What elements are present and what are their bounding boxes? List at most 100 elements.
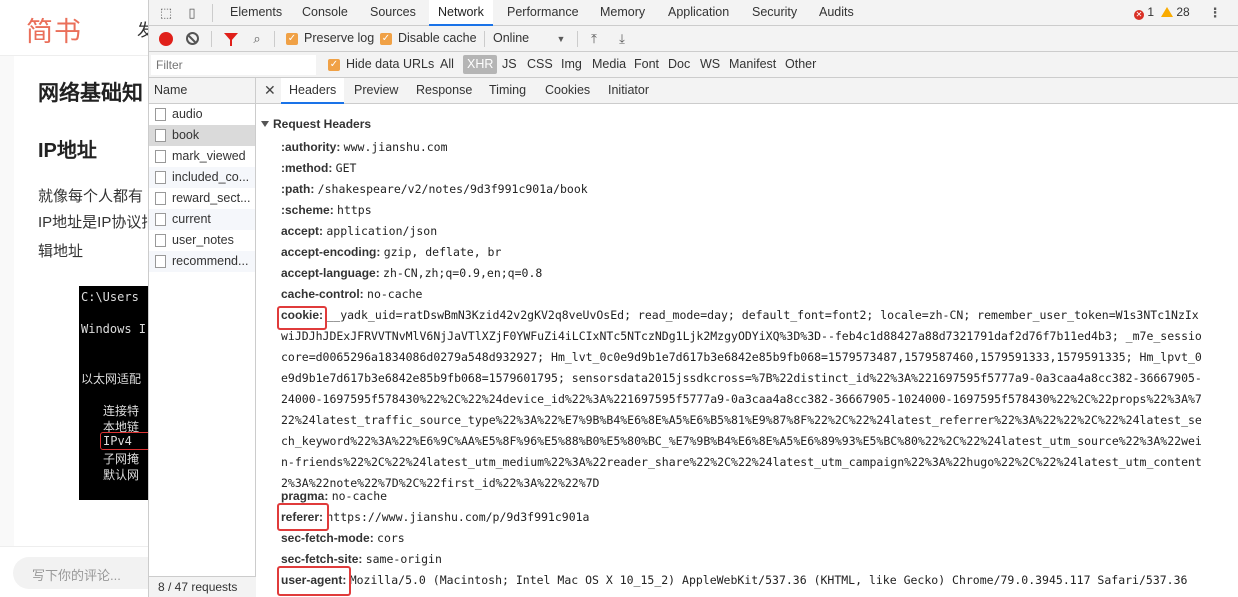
- cookie-continuation: wiJDJhJDExJFRVVTNvMlV6NjJaVTlXZjF0YWFuZi…: [281, 329, 1202, 343]
- tab-audits[interactable]: Audits: [819, 0, 854, 26]
- tab-initiator[interactable]: Initiator: [608, 78, 649, 104]
- filter-type-xhr[interactable]: XHR: [463, 55, 498, 74]
- request-row-included-collections[interactable]: included_co...: [149, 167, 255, 188]
- header-accept-encoding: accept-encoding: gzip, deflate, br: [281, 245, 502, 259]
- filter-type-media[interactable]: Media: [592, 57, 626, 71]
- more-options-icon[interactable]: ⋮: [1207, 5, 1223, 21]
- file-icon: [155, 213, 166, 226]
- filter-input[interactable]: [151, 55, 316, 75]
- filter-type-css[interactable]: CSS: [527, 57, 553, 71]
- cookie-highlight-box: [277, 306, 327, 330]
- warning-icon: [1161, 7, 1173, 17]
- header-cache-control: cache-control: no-cache: [281, 287, 423, 301]
- request-row-reward-section[interactable]: reward_sect...: [149, 188, 255, 209]
- request-list-header[interactable]: Name: [149, 78, 255, 104]
- filter-type-font[interactable]: Font: [634, 57, 659, 71]
- tab-memory[interactable]: Memory: [600, 0, 645, 26]
- request-row-recommendations[interactable]: recommend...: [149, 251, 255, 272]
- headers-content: Request Headers :authority: www.jianshu.…: [256, 104, 1238, 597]
- file-icon: [155, 108, 166, 121]
- disable-cache-checkbox[interactable]: ✓: [380, 33, 392, 45]
- device-toolbar-icon[interactable]: ▯: [184, 5, 200, 21]
- filter-type-other[interactable]: Other: [785, 57, 816, 71]
- tab-application[interactable]: Application: [668, 0, 729, 26]
- request-row-mark-viewed[interactable]: mark_viewed: [149, 146, 255, 167]
- cmd-line: 默认网: [103, 468, 140, 482]
- clear-icon[interactable]: [186, 32, 199, 45]
- cookie-continuation: core=d0065296a1834086d0279a548d932927; H…: [281, 350, 1202, 364]
- cmd-line: Windows I: [81, 322, 147, 336]
- tab-network[interactable]: Network: [429, 0, 493, 26]
- cmd-line: 以太网适配: [81, 372, 142, 386]
- header-cookie: cookie: __yadk_uid=ratDswBmN3Kzid42v2gKV…: [281, 308, 1199, 322]
- request-row-audio[interactable]: audio: [149, 104, 255, 125]
- preserve-log-checkbox[interactable]: ✓: [286, 33, 298, 45]
- article-page: 简书 发 网络基础知 IP地址 就像每个人都有 IP地址是IP协议指 辑地址 C…: [0, 0, 148, 597]
- hide-data-urls-checkbox[interactable]: ✓: [328, 59, 340, 71]
- search-icon[interactable]: ⌕: [249, 31, 265, 47]
- tab-response[interactable]: Response: [416, 78, 472, 104]
- error-counter[interactable]: ✕ 1: [1134, 5, 1154, 20]
- filter-type-manifest[interactable]: Manifest: [729, 57, 776, 71]
- detail-tabs: ✕ Headers Preview Response Timing Cookie…: [256, 78, 1238, 104]
- request-name: mark_viewed: [172, 149, 246, 163]
- preserve-log-label: Preserve log: [304, 31, 375, 45]
- request-list: Name audio book mark_viewed included_co.…: [149, 78, 256, 597]
- toolbar-divider: [484, 31, 485, 47]
- cmd-line: 连接特: [103, 404, 140, 418]
- comment-input[interactable]: 写下你的评论...: [13, 557, 148, 589]
- tab-console[interactable]: Console: [302, 0, 348, 26]
- tab-elements[interactable]: Elements: [230, 0, 282, 26]
- header-accept: accept: application/json: [281, 224, 438, 238]
- throttling-select[interactable]: Online: [493, 31, 529, 45]
- export-har-icon[interactable]: ⤓: [614, 31, 630, 47]
- filter-type-js[interactable]: JS: [502, 57, 517, 71]
- disable-cache-label: Disable cache: [398, 31, 477, 45]
- request-row-user-notes[interactable]: user_notes: [149, 230, 255, 251]
- file-icon: [155, 150, 166, 163]
- article-line-3: 辑地址: [38, 243, 84, 260]
- request-row-current[interactable]: current: [149, 209, 255, 230]
- cmd-line: C:\Users: [81, 290, 139, 304]
- filter-type-all[interactable]: All: [440, 57, 454, 71]
- tab-timing[interactable]: Timing: [489, 78, 526, 104]
- file-icon: [155, 171, 166, 184]
- request-name: reward_sect...: [172, 191, 251, 205]
- close-icon[interactable]: ✕: [264, 82, 276, 99]
- filter-icon[interactable]: [224, 33, 238, 46]
- tab-security[interactable]: Security: [752, 0, 797, 26]
- file-icon: [155, 255, 166, 268]
- filter-type-doc[interactable]: Doc: [668, 57, 690, 71]
- header-accept-language: accept-language: zh-CN,zh;q=0.9,en;q=0.8: [281, 266, 543, 280]
- warning-counter[interactable]: 28: [1161, 5, 1190, 19]
- user-agent-highlight-box: [277, 566, 351, 596]
- chevron-down-icon[interactable]: ▼: [553, 31, 569, 47]
- filter-type-ws[interactable]: WS: [700, 57, 720, 71]
- cmd-line: 子网掩: [103, 452, 140, 466]
- record-icon[interactable]: [159, 32, 173, 46]
- request-detail-pane: ✕ Headers Preview Response Timing Cookie…: [256, 78, 1238, 597]
- header-scheme: :scheme: https: [281, 203, 372, 217]
- request-headers-section[interactable]: Request Headers: [261, 117, 371, 131]
- tab-headers[interactable]: Headers: [281, 78, 345, 104]
- filter-type-img[interactable]: Img: [561, 57, 582, 71]
- request-name: user_notes: [172, 233, 234, 247]
- cookie-continuation: 22%24latest_traffic_source_type%22%3A%22…: [281, 413, 1202, 427]
- tab-preview[interactable]: Preview: [354, 78, 398, 104]
- request-name: current: [172, 212, 211, 226]
- inspect-element-icon[interactable]: ⬚: [158, 5, 174, 21]
- request-name: book: [172, 128, 200, 142]
- tab-cookies[interactable]: Cookies: [545, 78, 590, 104]
- tab-sources[interactable]: Sources: [370, 0, 416, 26]
- header-sec-fetch-mode: sec-fetch-mode: cors: [281, 531, 405, 545]
- article-line-1: 就像每个人都有: [38, 188, 144, 205]
- request-count-status: 8 / 47 requests: [149, 576, 256, 597]
- import-har-icon[interactable]: ⤒: [586, 31, 602, 47]
- request-row-book[interactable]: book: [149, 125, 255, 146]
- file-icon: [155, 192, 166, 205]
- tab-performance[interactable]: Performance: [507, 0, 579, 26]
- referer-highlight-box: [277, 503, 329, 531]
- nav-link[interactable]: 发: [137, 16, 148, 41]
- jianshu-logo[interactable]: 简书: [26, 10, 82, 49]
- header-user-agent: user-agent: Mozilla/5.0 (Macintosh; Inte…: [281, 573, 1188, 587]
